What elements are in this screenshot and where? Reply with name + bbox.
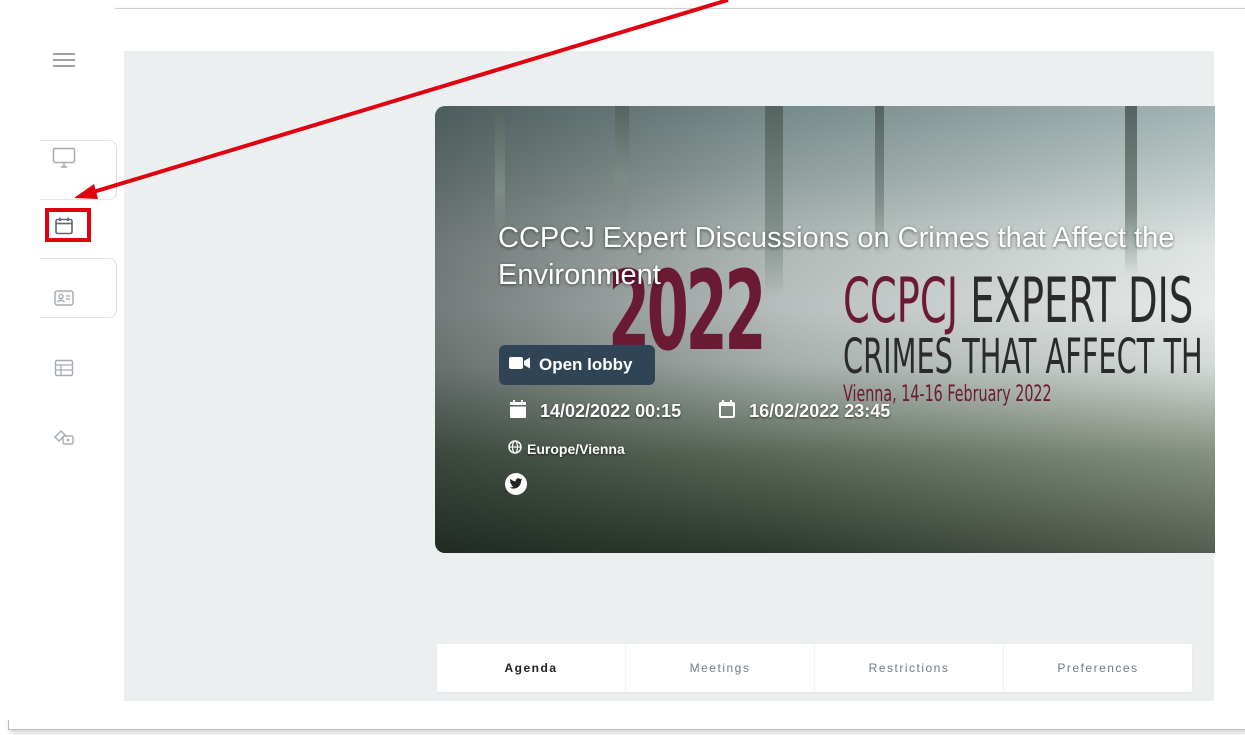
tab-meetings[interactable]: Meetings bbox=[626, 644, 815, 692]
menu-icon[interactable] bbox=[52, 48, 76, 72]
open-lobby-button[interactable]: Open lobby bbox=[499, 345, 655, 385]
poster-subhead: CRIMES THAT AFFECT TH bbox=[843, 329, 1203, 385]
banner-tree bbox=[615, 106, 629, 226]
tickets-icon[interactable] bbox=[52, 426, 76, 450]
calendar-highlight-box bbox=[45, 208, 91, 242]
event-title: CCPCJ Expert Discussions on Crimes that … bbox=[498, 222, 1175, 291]
timezone-text: Europe/Vienna bbox=[527, 440, 625, 457]
tab-restrictions[interactable]: Restrictions bbox=[815, 644, 1004, 692]
tab-agenda[interactable]: Agenda bbox=[437, 644, 626, 692]
monitor-icon[interactable] bbox=[52, 146, 76, 170]
event-dates: 14/02/2022 00:15 16/02/2022 23:45 bbox=[510, 400, 928, 423]
table-icon[interactable] bbox=[52, 356, 76, 380]
start-date: 14/02/2022 00:15 bbox=[510, 400, 681, 423]
calendar-outline-icon bbox=[719, 400, 736, 423]
tab-preferences[interactable]: Preferences bbox=[1004, 644, 1192, 692]
event-tabs: Agenda Meetings Restrictions Preferences bbox=[437, 644, 1192, 692]
timezone: Europe/Vienna bbox=[508, 440, 625, 457]
contact-card-icon[interactable] bbox=[52, 286, 76, 310]
end-date: 16/02/2022 23:45 bbox=[719, 400, 890, 423]
open-lobby-label: Open lobby bbox=[539, 355, 633, 374]
twitter-icon[interactable] bbox=[505, 473, 527, 495]
sidebar bbox=[0, 0, 117, 720]
end-date-text: 16/02/2022 23:45 bbox=[749, 401, 891, 421]
start-date-text: 14/02/2022 00:15 bbox=[540, 401, 682, 421]
globe-icon bbox=[508, 440, 522, 457]
video-camera-icon bbox=[509, 355, 531, 375]
calendar-filled-icon bbox=[510, 400, 526, 423]
